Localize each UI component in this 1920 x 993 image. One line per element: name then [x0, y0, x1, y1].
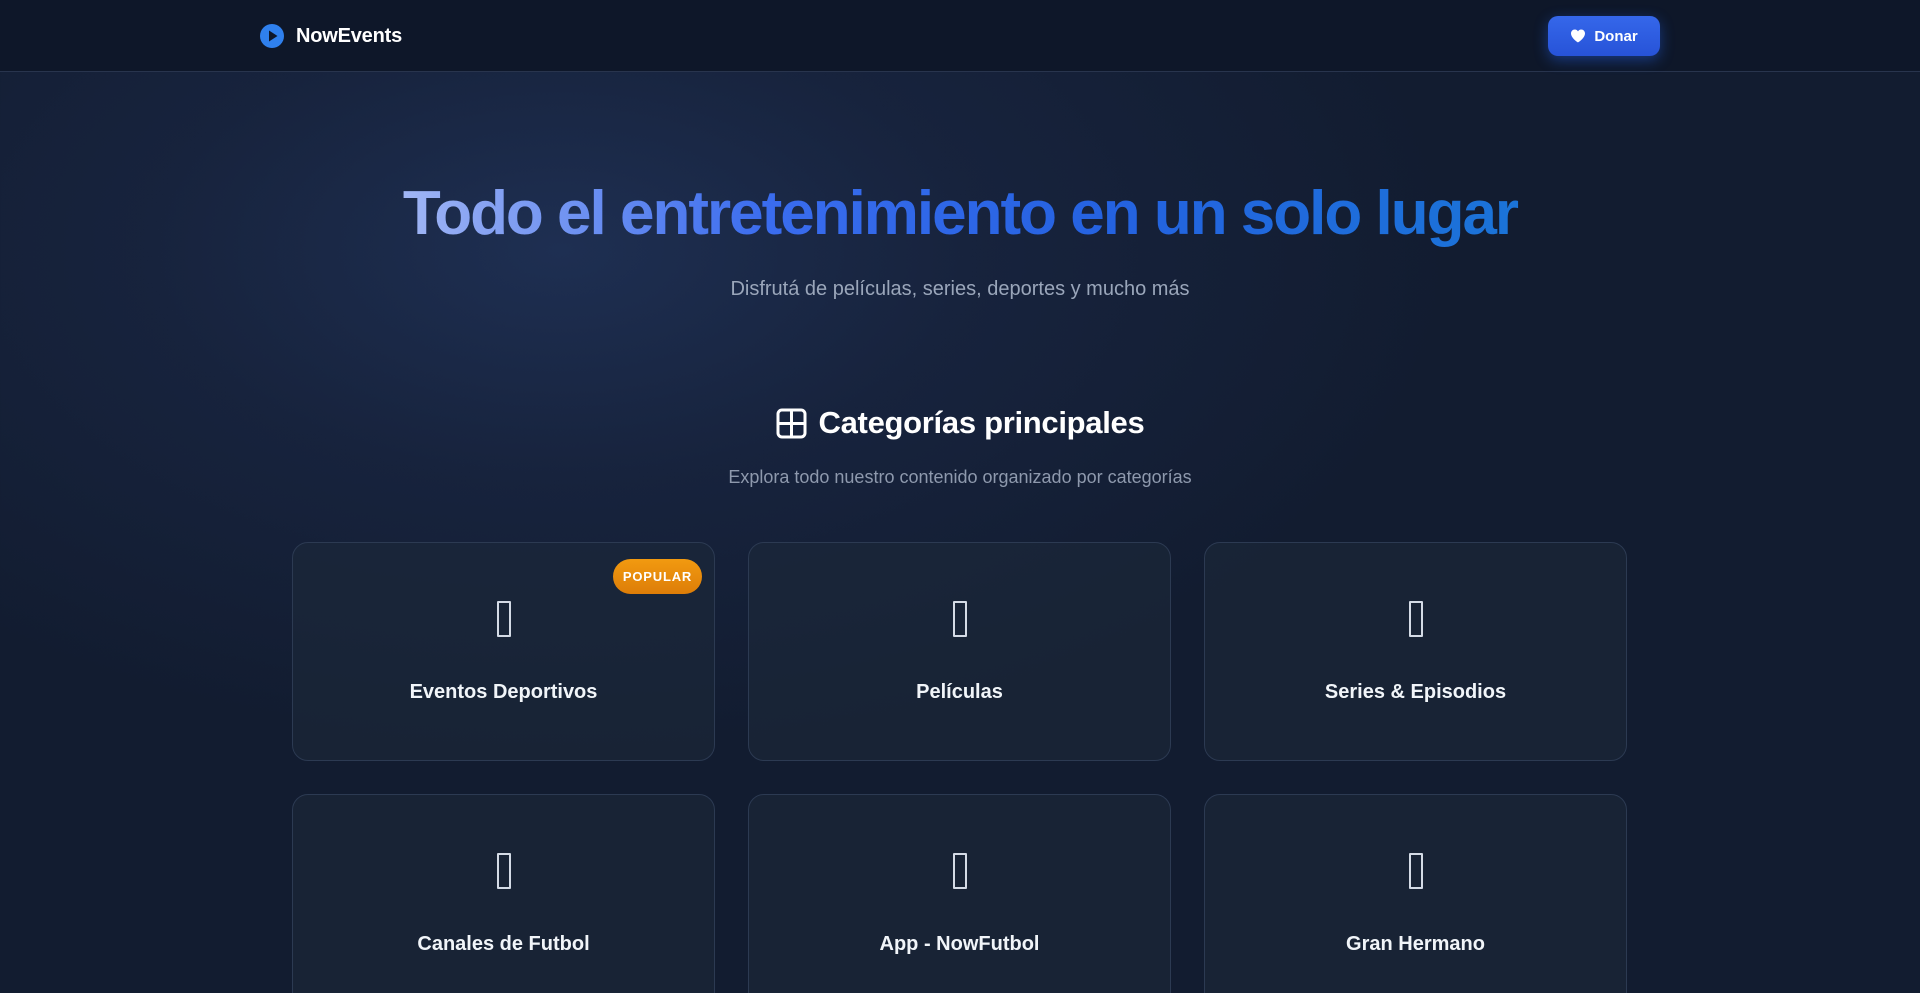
category-card-label: App - NowFutbol: [879, 933, 1040, 955]
missing-glyph-icon: [293, 847, 714, 891]
category-card-label: Gran Hermano: [1346, 933, 1485, 955]
popular-badge: POPULAR: [613, 559, 702, 594]
brand-name: NowEvents: [296, 24, 403, 47]
missing-glyph-icon: [1205, 595, 1626, 639]
grid-icon: [776, 408, 807, 438]
missing-glyph-icon: [1205, 847, 1626, 891]
hero-title-text: Todo el entretenimiento en un solo lugar: [402, 179, 1518, 248]
missing-glyph-icon: [749, 847, 1170, 891]
category-card-canales-de-futbol[interactable]: Canales de Futbol: [292, 794, 715, 993]
missing-glyph-icon: [749, 595, 1170, 639]
brand-link[interactable]: NowEvents: [259, 22, 402, 50]
donate-button-label: Donar: [1594, 27, 1638, 45]
category-card-gran-hermano[interactable]: Gran Hermano: [1204, 794, 1627, 993]
categories-title: Categorías principales: [818, 405, 1145, 440]
category-card-app-nowfutbol[interactable]: App - NowFutbol: [748, 794, 1171, 993]
category-card-label: Eventos Deportivos: [409, 681, 598, 703]
donate-button[interactable]: Donar: [1548, 16, 1660, 56]
play-circle-icon: [260, 24, 284, 48]
hero-subtitle: Disfrutá de películas, series, deportes …: [730, 278, 1190, 300]
category-card-eventos-deportivos[interactable]: POPULAR Eventos Deportivos: [292, 542, 715, 761]
category-card-label: Canales de Futbol: [417, 933, 590, 955]
category-card-label: Películas: [916, 681, 1003, 703]
category-card-peliculas[interactable]: Películas: [748, 542, 1171, 761]
categories-subtitle: Explora todo nuestro contenido organizad…: [728, 467, 1192, 487]
hero-title: Todo el entretenimiento en un solo lugar: [0, 176, 1920, 252]
category-card-series-episodios[interactable]: Series & Episodios: [1204, 542, 1627, 761]
categories-heading: Categorías principales: [0, 405, 1920, 441]
missing-glyph-icon: [293, 595, 714, 639]
category-card-label: Series & Episodios: [1324, 681, 1507, 703]
top-navbar: NowEvents Donar: [0, 0, 1920, 72]
heart-icon: [1571, 29, 1586, 43]
